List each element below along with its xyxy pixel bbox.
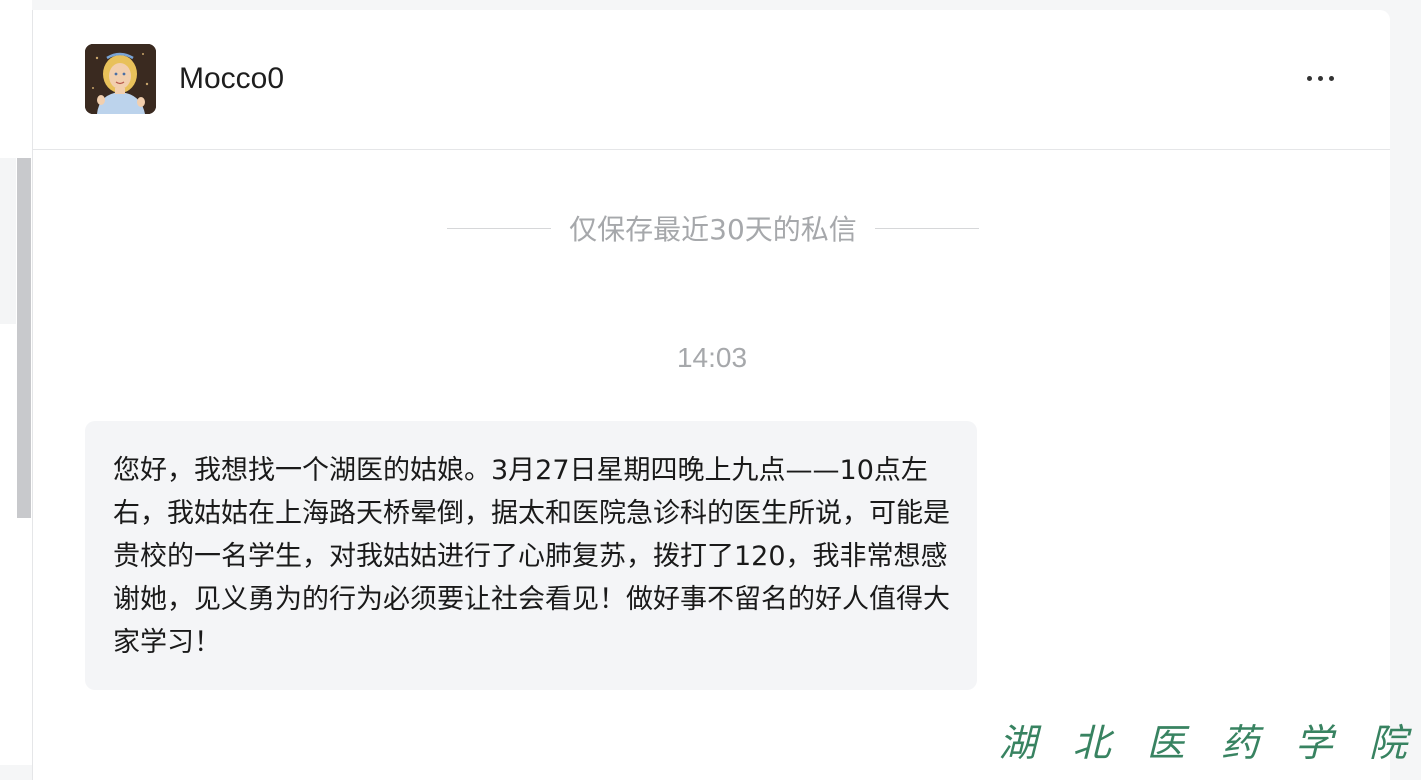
- message-bubble[interactable]: 您好，我想找一个湖医的姑娘。3月27日星期四晚上九点——10点左右，我姑姑在上海…: [85, 421, 977, 690]
- dot: [1307, 76, 1312, 81]
- message-timestamp: 14:03: [33, 342, 1391, 374]
- avatar[interactable]: [85, 44, 156, 114]
- user-avatar-image: [85, 44, 156, 114]
- scrollbar-thumb[interactable]: [17, 158, 31, 518]
- divider-right: [875, 228, 979, 229]
- dot: [1318, 76, 1323, 81]
- more-horizontal-icon[interactable]: [1300, 60, 1340, 96]
- message-text: 您好，我想找一个湖医的姑娘。3月27日星期四晚上九点——10点左右，我姑姑在上海…: [113, 449, 951, 664]
- retention-notice: 仅保存最近30天的私信: [433, 208, 993, 248]
- conversation-list-edge: [0, 0, 32, 765]
- watermark-logo: 湖 北 医 药 学 院: [999, 721, 1419, 765]
- chat-header: Mocco0: [33, 10, 1390, 150]
- retention-notice-text: 仅保存最近30天的私信: [569, 208, 857, 248]
- dot: [1329, 76, 1334, 81]
- chat-panel: Mocco0 仅保存最近30天的私信 14:03 您好，我想找一个湖医的姑娘。3…: [32, 10, 1390, 780]
- list-selected-highlight: [0, 158, 16, 324]
- divider-left: [447, 228, 551, 229]
- contact-name[interactable]: Mocco0: [179, 60, 284, 98]
